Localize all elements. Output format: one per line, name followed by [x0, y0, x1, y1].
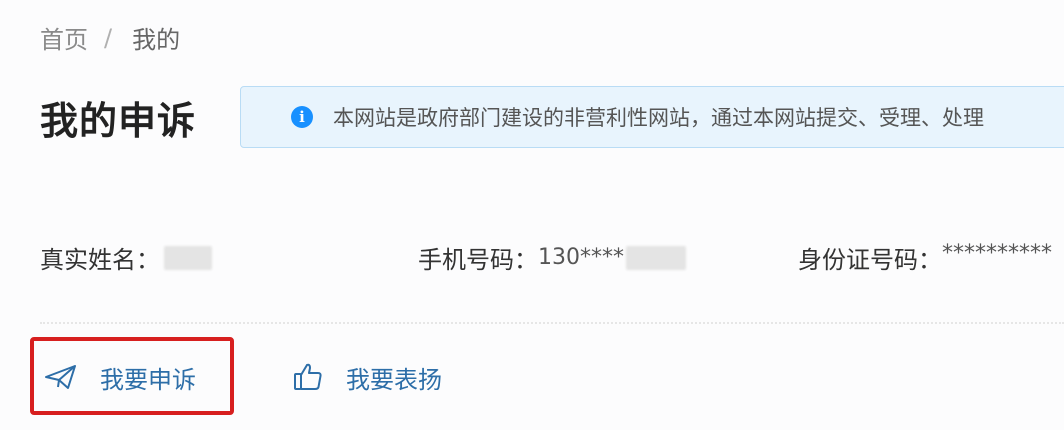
breadcrumb-current: 我的: [132, 26, 181, 54]
phone-label: 手机号码：: [418, 246, 538, 274]
breadcrumb-home-link[interactable]: 首页: [40, 20, 88, 55]
id-number-label: 身份证号码：: [798, 246, 942, 274]
real-name-redacted: [164, 245, 212, 270]
id-number-field: 身份证号码： **********: [798, 240, 1052, 275]
page-title: 我的申诉: [40, 99, 197, 143]
phone-field: 手机号码： 130****: [418, 240, 686, 275]
id-number-value: **********: [942, 241, 1052, 266]
breadcrumb: 首页 / 我的: [40, 20, 180, 55]
phone-value: 130****: [538, 245, 624, 270]
real-name-label: 真实姓名：: [40, 246, 160, 274]
info-icon: i: [291, 106, 313, 128]
breadcrumb-separator: /: [104, 23, 113, 52]
phone-redacted: [626, 245, 686, 270]
notice-banner: i 本网站是政府部门建设的非营利性网站，通过本网站提交、受理、处理: [240, 86, 1064, 148]
page: 首页 / 我的 我的申诉 i 本网站是政府部门建设的非营利性网站，通过本网站提交…: [0, 0, 1064, 430]
praise-label: 我要表扬: [346, 365, 442, 394]
thumbs-up-icon: [294, 363, 322, 390]
highlight-box: [30, 337, 234, 415]
praise-button[interactable]: 我要表扬: [292, 346, 442, 408]
notice-text: 本网站是政府部门建设的非营利性网站，通过本网站提交、受理、处理: [333, 106, 984, 130]
user-info-row: 真实姓名： 手机号码： 130**** 身份证号码： **********: [0, 240, 1064, 280]
real-name-field: 真实姓名：: [40, 240, 212, 275]
divider: [40, 322, 1064, 324]
